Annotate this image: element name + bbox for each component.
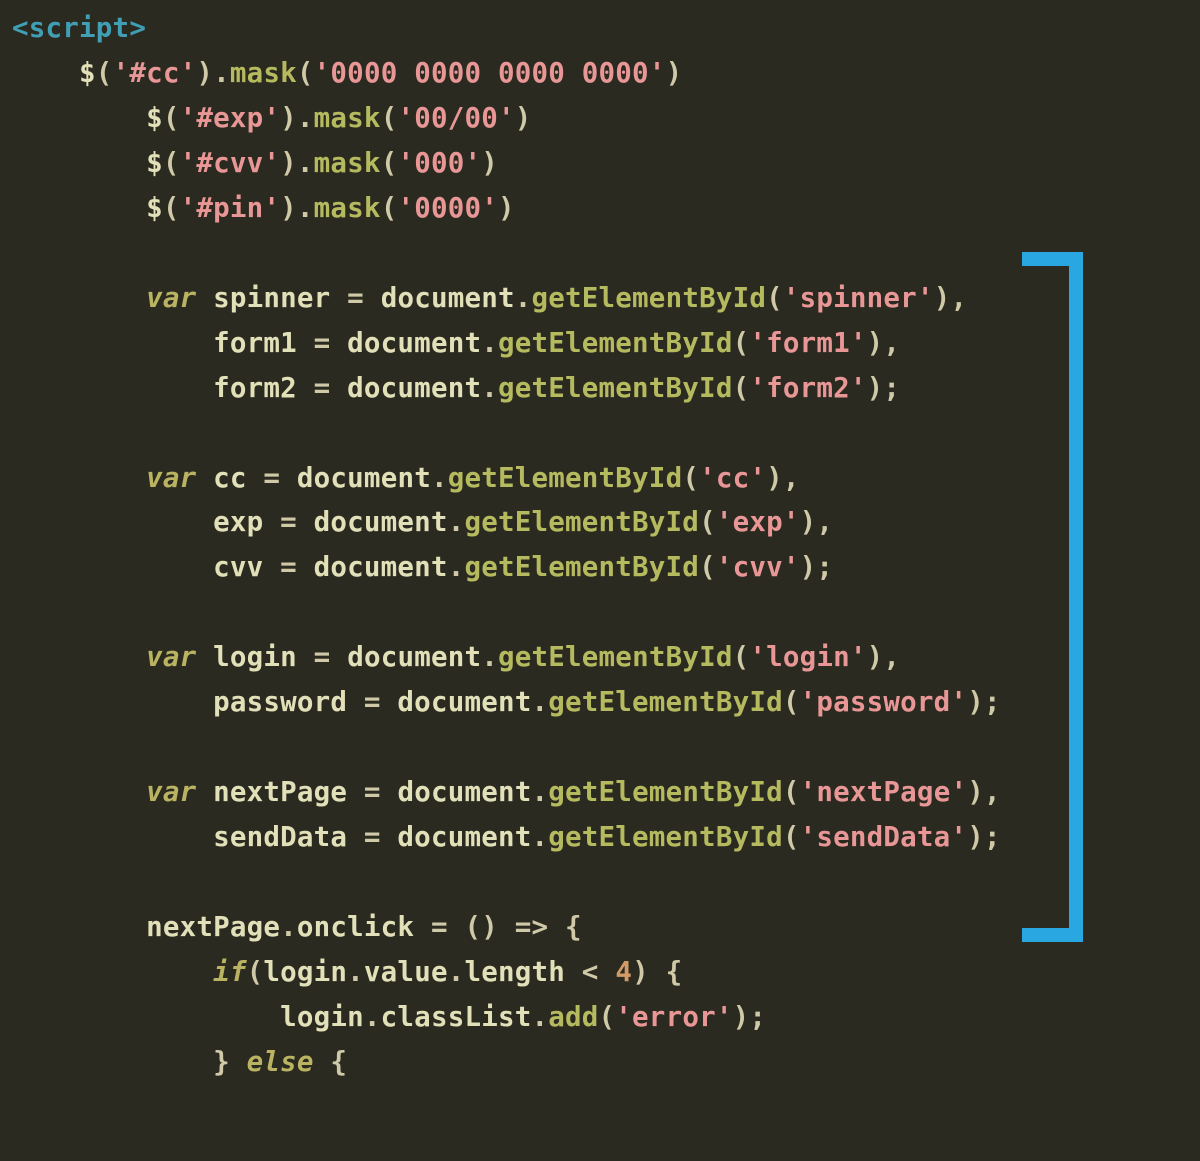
code-line	[12, 731, 29, 763]
code-line	[12, 596, 29, 628]
code-line	[12, 417, 29, 449]
code-line: } else {	[12, 1046, 347, 1078]
code-line	[12, 866, 29, 898]
code-line: sendData = document.getElementById('send…	[12, 821, 1001, 853]
code-line: if(login.value.length < 4) {	[12, 956, 682, 988]
code-line: nextPage.onclick = () => {	[12, 911, 582, 943]
code-line: var login = document.getElementById('log…	[12, 641, 900, 673]
code-line	[12, 237, 29, 269]
code-line: $('#cvv').mask('000')	[12, 147, 498, 179]
code-line: var cc = document.getElementById('cc'),	[12, 462, 800, 494]
code-block: <script> $('#cc').mask('0000 0000 0000 0…	[0, 0, 1200, 1085]
code-line: $('#pin').mask('0000')	[12, 192, 515, 224]
code-line: <script>	[12, 12, 146, 44]
code-line: password = document.getElementById('pass…	[12, 686, 1001, 718]
code-line: var nextPage = document.getElementById('…	[12, 776, 1001, 808]
code-line: $('#exp').mask('00/00')	[12, 102, 532, 134]
code-line: cvv = document.getElementById('cvv');	[12, 551, 833, 583]
code-line: login.classList.add('error');	[12, 1001, 766, 1033]
code-line: $('#cc').mask('0000 0000 0000 0000')	[12, 57, 682, 89]
code-line: exp = document.getElementById('exp'),	[12, 506, 833, 538]
code-line: var spinner = document.getElementById('s…	[12, 282, 967, 314]
code-line: form2 = document.getElementById('form2')…	[12, 372, 900, 404]
code-line: form1 = document.getElementById('form1')…	[12, 327, 900, 359]
